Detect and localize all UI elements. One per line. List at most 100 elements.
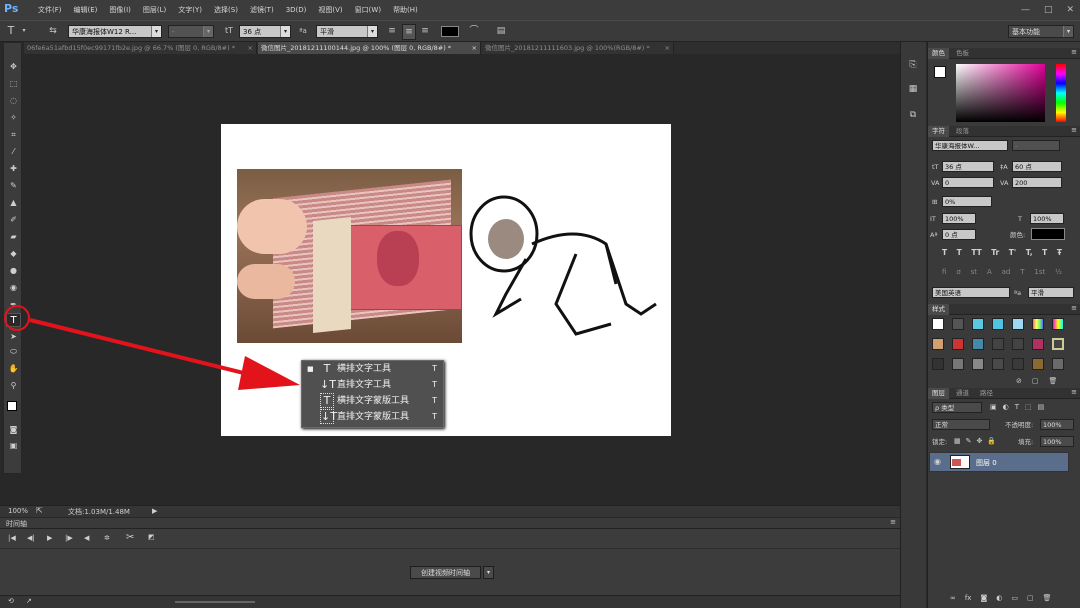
tab-character[interactable]: 字符: [928, 126, 949, 137]
menu-type[interactable]: 文字(Y): [172, 0, 208, 20]
style-swatch[interactable]: [932, 338, 944, 350]
menu-filter[interactable]: 滤镜(T): [244, 0, 280, 20]
character-antialias-select[interactable]: 平滑: [1028, 287, 1074, 298]
swash-button[interactable]: A: [987, 268, 992, 276]
tab-document-3[interactable]: 微信图片_20181211111603.jpg @ 100%(RGB/8#) *…: [482, 42, 674, 54]
crop-tool-icon[interactable]: ⌗: [6, 128, 21, 142]
hue-slider[interactable]: [1056, 64, 1066, 122]
tab-color[interactable]: 颜色: [928, 48, 949, 59]
move-tool-icon[interactable]: ✥: [6, 60, 21, 74]
chevron-down-icon[interactable]: ▾: [20, 24, 28, 38]
font-family-select[interactable]: 华康海报体W12 R... ▾: [68, 25, 162, 38]
strikethrough-button[interactable]: Ŧ: [1057, 248, 1062, 257]
style-swatch[interactable]: [972, 318, 984, 330]
style-swatch[interactable]: [992, 338, 1004, 350]
link-layers-icon[interactable]: ∞: [950, 594, 956, 602]
font-size-select[interactable]: 36 点 ▾: [239, 25, 291, 38]
lock-all-icon[interactable]: 🔒: [987, 437, 996, 445]
menu-file[interactable]: 文件(F): [32, 0, 68, 20]
style-swatch[interactable]: [1032, 338, 1044, 350]
lock-pixels-icon[interactable]: ✎: [966, 437, 972, 445]
lock-position-icon[interactable]: ✥: [977, 437, 983, 445]
new-style-icon[interactable]: ▢: [1032, 377, 1039, 385]
character-size-select[interactable]: 36 点: [942, 161, 994, 172]
tab-document-1[interactable]: 06fe6a51afbd15f0ec99171fb2e.jpg @ 66.7% …: [24, 42, 257, 54]
close-icon[interactable]: ✕: [1066, 0, 1074, 20]
smart-object-filter-icon[interactable]: ▤: [1038, 403, 1045, 411]
faux-italic-button[interactable]: T: [957, 248, 962, 257]
antialias-select[interactable]: 平滑 ▾: [316, 25, 378, 38]
stylistic-alt-button[interactable]: ad: [1002, 268, 1011, 276]
subscript-button[interactable]: T,: [1026, 248, 1033, 257]
convert-icon[interactable]: ↗: [26, 597, 32, 605]
render-icon[interactable]: ⟲: [8, 597, 14, 605]
align-right-icon[interactable]: ≡: [419, 24, 431, 38]
shape-filter-icon[interactable]: ⬚: [1025, 403, 1032, 411]
clone-stamp-tool-icon[interactable]: ▲: [6, 196, 21, 210]
menu-help[interactable]: 帮助(H): [387, 0, 424, 20]
path-selection-tool-icon[interactable]: ➤: [6, 330, 21, 344]
close-icon[interactable]: ×: [248, 42, 253, 54]
ligature-button[interactable]: fi: [942, 268, 946, 276]
blend-mode-select[interactable]: 正常: [932, 419, 990, 430]
style-swatch[interactable]: [1032, 318, 1044, 330]
split-icon[interactable]: ✂: [126, 532, 134, 543]
new-layer-icon[interactable]: ▢: [1027, 594, 1034, 602]
vertical-scale-input[interactable]: 100%: [942, 213, 976, 224]
panel-menu-icon[interactable]: ≡: [1071, 126, 1077, 134]
tab-paragraph[interactable]: 段落: [952, 126, 973, 137]
tab-styles[interactable]: 样式: [928, 304, 949, 315]
underline-button[interactable]: T: [1042, 248, 1047, 257]
zoom-tool-icon[interactable]: ⚲: [6, 379, 21, 393]
font-style-select[interactable]: - ▾: [168, 25, 214, 38]
type-tool-icon[interactable]: T: [6, 313, 21, 327]
tab-layers[interactable]: 图层: [928, 388, 949, 399]
zoom-level[interactable]: 100%: [8, 507, 28, 515]
pen-tool-icon[interactable]: ✒: [6, 298, 21, 312]
all-caps-button[interactable]: TT: [971, 248, 981, 257]
style-swatch[interactable]: [972, 338, 984, 350]
visibility-eye-icon[interactable]: ◉: [934, 457, 941, 466]
next-frame-icon[interactable]: |▶: [65, 534, 73, 542]
tracking-select[interactable]: 200: [1012, 177, 1062, 188]
play-icon[interactable]: ▶: [47, 534, 52, 542]
close-icon[interactable]: ×: [665, 42, 670, 54]
orientation-toggle-icon[interactable]: ⇆: [46, 24, 60, 38]
fractions-button[interactable]: ½: [1055, 268, 1062, 276]
pixel-filter-icon[interactable]: ▣: [990, 403, 997, 411]
horizontal-scale-input[interactable]: 100%: [1030, 213, 1064, 224]
workspace-select[interactable]: 基本功能 ▾: [1008, 25, 1074, 38]
brush-presets-panel-icon[interactable]: ⧉: [905, 108, 921, 122]
panel-menu-icon[interactable]: ≡: [890, 518, 896, 526]
panel-menu-icon[interactable]: ≡: [1071, 388, 1077, 396]
history-panel-icon[interactable]: ⎘: [905, 58, 921, 72]
proportional-spacing-select[interactable]: 0%: [942, 196, 992, 207]
style-swatch[interactable]: [1012, 318, 1024, 330]
style-swatch[interactable]: [952, 318, 964, 330]
style-swatch[interactable]: [952, 358, 964, 370]
delete-layer-icon[interactable]: 🗑: [1043, 594, 1052, 602]
prev-frame-icon[interactable]: ◀|: [27, 534, 35, 542]
add-mask-icon[interactable]: ◙: [980, 594, 987, 602]
color-picker-field[interactable]: [956, 64, 1045, 122]
contextual-alt-button[interactable]: σ: [956, 268, 960, 276]
type-filter-icon[interactable]: T: [1015, 403, 1019, 411]
character-font-select[interactable]: 华康海报体W...: [932, 140, 1008, 151]
style-none-swatch[interactable]: [932, 318, 944, 330]
status-menu-arrow-icon[interactable]: ▶: [152, 507, 157, 515]
audio-icon[interactable]: ◀: [84, 534, 89, 542]
align-left-icon[interactable]: ≡: [386, 24, 398, 38]
style-swatch[interactable]: [1032, 358, 1044, 370]
flyout-horizontal-type-mask[interactable]: T 横排文字蒙版工具 T: [302, 393, 443, 409]
opacity-input[interactable]: 100%: [1040, 419, 1074, 430]
tab-paths[interactable]: 路径: [976, 388, 997, 399]
properties-panel-icon[interactable]: ▦: [905, 82, 921, 96]
baseline-shift-input[interactable]: 0 点: [942, 229, 976, 240]
style-swatch[interactable]: [992, 318, 1004, 330]
healing-brush-tool-icon[interactable]: ✚: [6, 162, 21, 176]
zoom-slider[interactable]: [175, 601, 255, 603]
eyedropper-tool-icon[interactable]: ⁄: [6, 145, 21, 159]
style-swatch[interactable]: [972, 358, 984, 370]
fill-input[interactable]: 100%: [1040, 436, 1074, 447]
language-select[interactable]: 美国英语: [932, 287, 1010, 298]
